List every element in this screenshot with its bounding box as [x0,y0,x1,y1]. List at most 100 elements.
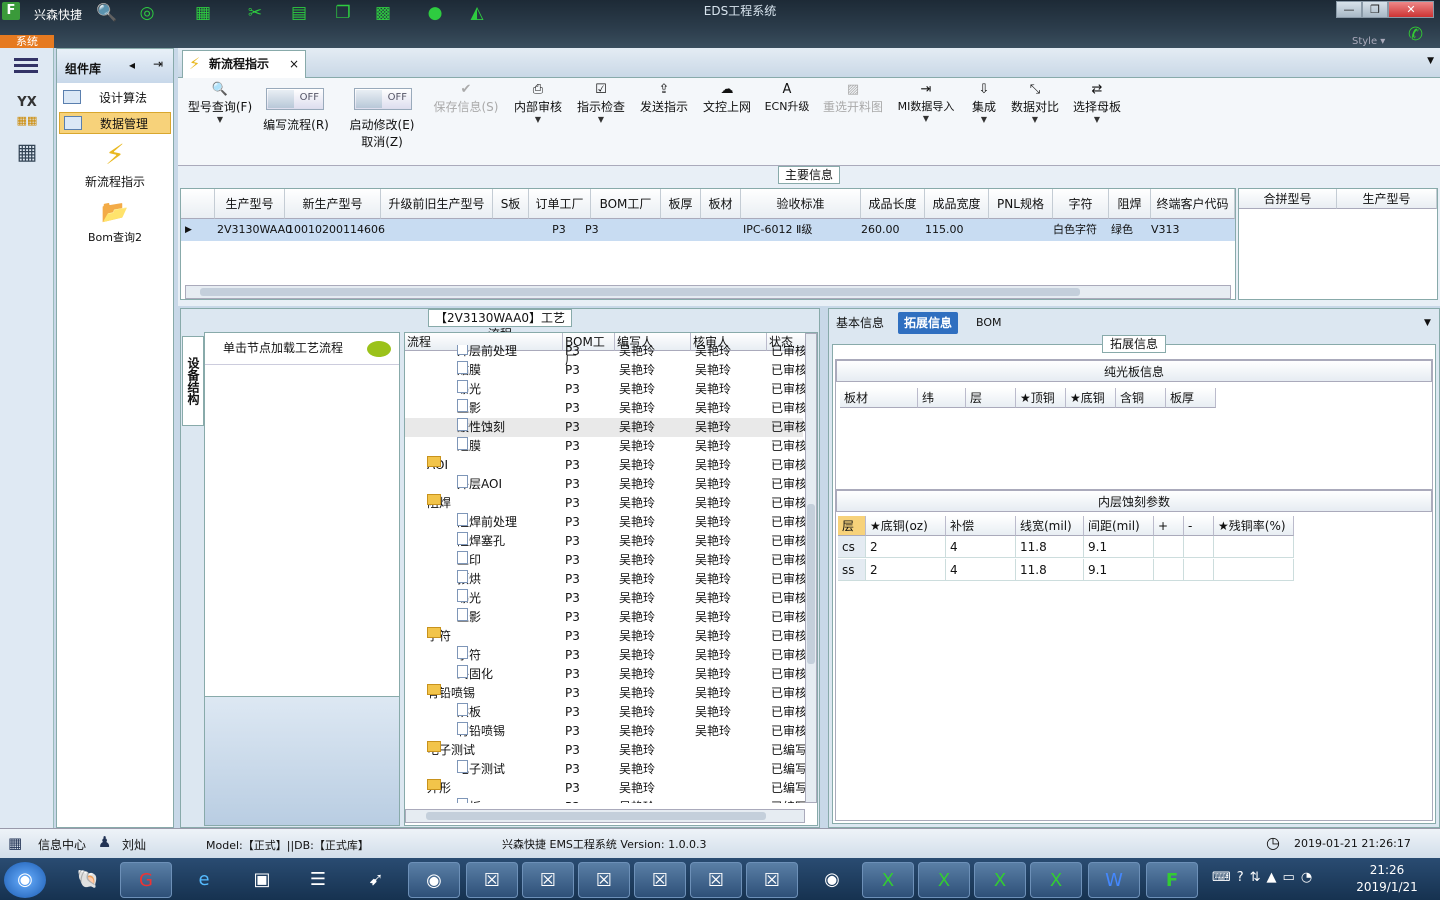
calculator-icon[interactable]: ▦ [6,140,48,178]
close-button[interactable]: ✕ [1388,1,1434,18]
column-header[interactable]: 线宽(mil) [1016,516,1084,536]
column-header[interactable]: 板材 [840,388,918,408]
tree-row[interactable]: −外形 P3 吴艳玲 已编写 [405,779,805,798]
taskbar-excel-icon[interactable]: X [1030,862,1082,898]
tree-node[interactable]: −字符 [427,627,451,646]
restore-button[interactable]: ❐ [1362,1,1388,18]
scissors-icon[interactable]: ✂ [244,2,266,24]
table-cell[interactable] [1184,559,1214,581]
taskbar-cad-icon[interactable]: ☒ [690,862,742,898]
tree-node[interactable]: 曝光 [457,380,481,399]
taskbar-word-icon[interactable]: W [1088,862,1140,898]
table-icon[interactable]: ▦ [192,2,214,24]
column-header[interactable]: 阻焊 [1109,189,1151,219]
send-indicate-button[interactable]: ⇪ 发送指示 [636,82,692,115]
mi-import-button[interactable]: ⇥ MI数据导入 ▼ [892,82,960,123]
user-icon[interactable]: ● [424,2,446,24]
doc-upload-button[interactable]: ☁ 文控上网 [700,82,754,115]
collapse-left-icon[interactable]: ◂ [129,58,135,72]
tree-row[interactable]: 有铅喷锡 P3 吴艳玲 吴艳玲 已审核 [405,722,805,741]
column-header[interactable]: 板材 [701,189,741,219]
minimize-button[interactable]: — [1336,1,1362,18]
column-header[interactable]: ★顶铜 [1016,388,1066,408]
dropdown-arrow-icon[interactable]: ▼ [892,114,960,123]
table-cell[interactable]: 11.8 [1016,536,1084,558]
column-header[interactable]: 纬 [918,388,966,408]
tree-row[interactable]: −有铅喷锡 P3 吴艳玲 吴艳玲 已审核 [405,684,805,703]
column-header[interactable]: 新生产型号 [285,189,381,219]
taskbar-files-icon[interactable]: ☰ [292,862,344,898]
tree-node[interactable]: 退膜 [457,437,481,456]
table-cell[interactable] [1184,536,1214,558]
ecn-upgrade-button[interactable]: A ECN升级 [760,82,814,114]
taskbar-excel-icon[interactable]: X [974,862,1026,898]
tree-node[interactable]: 字符 [457,646,481,665]
tree-row[interactable]: 烘板 P3 吴艳玲 吴艳玲 已审核 [405,703,805,722]
tree-row[interactable]: 曝光 P3 吴艳玲 吴艳玲 已审核 [405,589,805,608]
taskbar-cad-icon[interactable]: ☒ [746,862,798,898]
tree-node[interactable]: 预烘 [457,570,481,589]
column-header[interactable]: 层 [966,388,1016,408]
horizontal-scrollbar[interactable] [185,285,1231,299]
tree-node[interactable]: −AOI [427,456,448,475]
model-query-button[interactable]: 🔍 型号查询(F) ▼ [184,82,256,124]
column-header[interactable]: ★残铜率(%) [1214,516,1294,536]
column-header[interactable]: S板 [493,189,529,219]
info-center-link[interactable]: 信息中心 [38,836,86,853]
tab-close-button[interactable]: × [289,51,299,77]
film-icon[interactable]: ▤ [288,2,310,24]
indicate-check-button[interactable]: ☑ 指示检查 ▼ [574,82,628,124]
chart-icon[interactable]: ◭ [466,2,488,24]
dropdown-arrow-icon[interactable]: ▼ [1070,115,1124,124]
dropdown-arrow-icon[interactable]: ▼ [574,115,628,124]
column-header[interactable]: BOM工厂 [591,189,661,219]
tree-row[interactable]: −AOI P3 吴艳玲 吴艳玲 已审核 [405,456,805,475]
tree-row[interactable]: −阻焊 P3 吴艳玲 吴艳玲 已审核 [405,494,805,513]
taskbar-cad-icon[interactable]: ☒ [466,862,518,898]
tree-node[interactable]: 烘板 [457,703,481,722]
table-cell[interactable]: 4 [946,559,1016,581]
column-header[interactable]: PNL规格 [989,189,1053,219]
tree-row[interactable]: 丝印 P3 吴艳玲 吴艳玲 已审核 [405,551,805,570]
tab-dropdown-icon[interactable]: ▼ [1427,56,1434,66]
tray-icons[interactable]: ⌨?⇅▲▭◔ [1212,870,1318,885]
tree-node[interactable]: 阻焊前处理 [457,513,517,532]
column-header[interactable]: 板厚 [661,189,701,219]
taskbar-cad-icon[interactable]: ☒ [522,862,574,898]
tree-row[interactable]: 显影 P3 吴艳玲 吴艳玲 已审核 [405,608,805,627]
taskbar-clock[interactable]: 21:26 2019/1/21 [1352,862,1422,896]
start-button[interactable]: ◉ [4,862,46,898]
lifebuoy-icon[interactable]: ◎ [136,2,158,24]
tree-row[interactable]: 烘板 P3 吴艳玲 已编写 [405,798,805,803]
tree-node[interactable]: 外层AOI [457,475,502,494]
table-cell[interactable]: 4 [946,536,1016,558]
tree-node[interactable]: −外形 [427,779,451,798]
lib-item-bom-query[interactable]: 📂 Bom查询2 [77,197,153,245]
search-icon[interactable]: 🔍 [96,2,118,24]
column-header[interactable]: 订单工厂 [529,189,591,219]
taskbar-g-icon[interactable]: G [120,862,172,898]
tree-row[interactable]: 电子测试 P3 吴艳玲 已编写 [405,760,805,779]
tree-node[interactable]: 终固化 [457,665,493,684]
yx-logo-icon[interactable]: YX ▦▦ [6,94,48,132]
internal-review-button[interactable]: ⎙ 内部审核 ▼ [510,82,566,124]
table-cell[interactable]: 9.1 [1084,536,1154,558]
tab-bom[interactable]: BOM [970,312,1008,334]
select-mother-button[interactable]: ⇄ 选择母板 ▼ [1070,82,1124,124]
tree-node[interactable]: 曝光 [457,589,481,608]
tree-row[interactable]: 预烘 P3 吴艳玲 吴艳玲 已审核 [405,570,805,589]
column-header[interactable]: 间距(mil) [1084,516,1154,536]
column-header[interactable]: 生产型号 [1337,189,1437,209]
menu-icon[interactable] [14,56,38,76]
enable-modify-toggle[interactable]: OFF [354,88,412,110]
column-header[interactable]: 含铜 [1116,388,1166,408]
tree-row[interactable]: 外层前处理 P3 吴艳玲 吴艳玲 已审核 [405,345,805,361]
system-menu-button[interactable]: 系统 [0,35,54,48]
tab-dropdown-icon[interactable]: ▼ [1424,318,1431,328]
table-cell[interactable] [1154,536,1184,558]
column-header[interactable]: 合拼型号 [1239,189,1337,209]
style-selector[interactable]: Style ▾ [1352,36,1385,47]
table-cell[interactable]: ss [838,559,866,581]
column-header[interactable]: 成品宽度 [925,189,989,219]
table-cell[interactable]: 2 [866,559,946,581]
